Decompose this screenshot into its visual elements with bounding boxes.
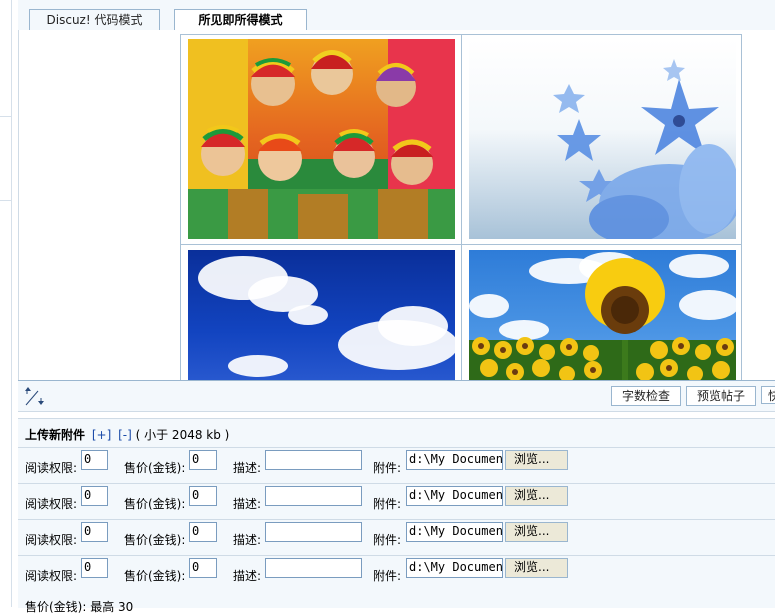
price-input[interactable]: 0	[189, 450, 217, 470]
description-input[interactable]	[265, 522, 362, 542]
image-table	[180, 34, 742, 386]
attachment-row: 阅读权限: 0 售价(金钱): 0 描述: 附件: d:\My Document…	[18, 447, 775, 484]
more-button[interactable]: 快	[761, 386, 775, 404]
add-attachment-link[interactable]: [+]	[92, 428, 111, 442]
attachment-panel: 上传新附件 [+] [-] ( 小于 2048 kb ) 阅读权限: 0 售价(…	[18, 418, 775, 614]
sunflowers-image	[468, 250, 739, 385]
read-perm-input[interactable]: 0	[81, 486, 108, 506]
preview-post-button[interactable]: 预览帖子	[686, 386, 756, 406]
description-label: 描述:	[233, 533, 262, 547]
price-label: 售价(金钱):	[124, 461, 186, 475]
price-input[interactable]: 0	[189, 558, 217, 578]
file-path-input[interactable]: d:\My Documents	[406, 486, 503, 506]
attachment-title: 上传新附件	[25, 428, 86, 442]
price-label: 售价(金钱):	[124, 497, 186, 511]
read-perm-label: 阅读权限:	[25, 461, 78, 475]
file-label: 附件:	[373, 533, 402, 547]
price-label: 售价(金钱):	[124, 533, 186, 547]
word-count-check-button[interactable]: 字数检查	[611, 386, 681, 406]
image-cell	[180, 34, 462, 245]
description-label: 描述:	[233, 461, 262, 475]
attachment-row: 阅读权限: 0 售价(金钱): 0 描述: 附件: d:\My Document…	[18, 519, 775, 556]
browse-button[interactable]: 浏览...	[505, 450, 568, 470]
editor-content-area[interactable]	[18, 30, 775, 386]
remove-attachment-link[interactable]: [-]	[118, 428, 132, 442]
description-input[interactable]	[265, 450, 362, 470]
price-label: 售价(金钱):	[124, 569, 186, 583]
blue-sky-image	[188, 250, 458, 385]
file-path-input[interactable]: d:\My Documents	[406, 522, 503, 542]
file-label: 附件:	[373, 497, 402, 511]
size-limit-text: ( 小于 2048 kb )	[135, 428, 230, 442]
editor-toolbar: 字数检查 预览帖子 快	[18, 380, 775, 412]
image-cell	[460, 34, 742, 245]
file-path-input[interactable]: d:\My Documents	[406, 450, 503, 470]
description-label: 描述:	[233, 569, 262, 583]
attachment-header: 上传新附件 [+] [-] ( 小于 2048 kb )	[25, 426, 229, 443]
file-label: 附件:	[373, 461, 402, 475]
browse-button[interactable]: 浏览...	[505, 522, 568, 542]
description-input[interactable]	[265, 486, 362, 506]
read-perm-label: 阅读权限:	[25, 569, 78, 583]
tab-code-mode[interactable]: Discuz! 代码模式	[29, 9, 160, 30]
editor-mode-tabs: Discuz! 代码模式 所见即所得模式	[18, 0, 775, 31]
file-path-input[interactable]: d:\My Documents	[406, 558, 503, 578]
read-perm-label: 阅读权限:	[25, 533, 78, 547]
group-photo-image	[188, 39, 455, 239]
left-margin	[0, 0, 12, 607]
margin-divider	[0, 200, 11, 201]
image-cell	[180, 244, 462, 386]
read-perm-input[interactable]: 0	[81, 522, 108, 542]
description-label: 描述:	[233, 497, 262, 511]
read-perm-input[interactable]: 0	[81, 558, 108, 578]
blue-flowers-image	[468, 39, 736, 239]
browse-button[interactable]: 浏览...	[505, 486, 568, 506]
read-perm-input[interactable]: 0	[81, 450, 108, 470]
browse-button[interactable]: 浏览...	[505, 558, 568, 578]
margin-divider	[0, 116, 11, 117]
tab-wysiwyg-mode[interactable]: 所见即所得模式	[174, 9, 307, 31]
image-cell	[460, 244, 742, 386]
price-input[interactable]: 0	[189, 522, 217, 542]
description-input[interactable]	[265, 558, 362, 578]
resize-icon[interactable]	[24, 385, 44, 407]
price-input[interactable]: 0	[189, 486, 217, 506]
attachment-row: 阅读权限: 0 售价(金钱): 0 描述: 附件: d:\My Document…	[18, 555, 775, 592]
file-label: 附件:	[373, 569, 402, 583]
read-perm-label: 阅读权限:	[25, 497, 78, 511]
attachment-row: 阅读权限: 0 售价(金钱): 0 描述: 附件: d:\My Document…	[18, 483, 775, 520]
